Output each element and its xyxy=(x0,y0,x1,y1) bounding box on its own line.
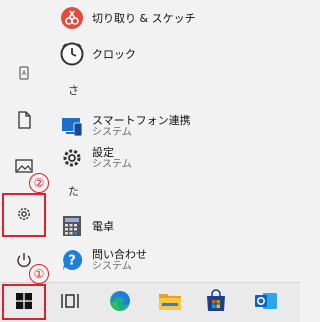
user-icon: A xyxy=(16,65,32,81)
callout-step-1: ① xyxy=(29,264,49,284)
app-item-get-help[interactable]: ? 問い合わせ システム xyxy=(60,242,147,278)
task-view-icon xyxy=(60,292,80,314)
app-name: 設定 xyxy=(92,145,114,159)
app-item-phone-link[interactable]: スマートフォン連携 システム xyxy=(60,108,191,144)
snip-sketch-icon xyxy=(60,6,84,30)
start-app-list: 切り取り & スケッチ クロック さ スマートフォン連携 システム 設定 システ… xyxy=(48,0,300,282)
edge-button[interactable] xyxy=(100,283,140,322)
app-item-clock[interactable]: クロック xyxy=(60,36,136,72)
phone-link-icon xyxy=(60,114,84,138)
power-icon xyxy=(15,251,33,269)
start-button[interactable] xyxy=(4,283,44,322)
pictures-icon xyxy=(15,158,33,174)
app-name: 電卓 xyxy=(92,219,114,233)
windows-start-icon xyxy=(16,293,32,313)
app-name: 切り取り & スケッチ xyxy=(92,11,196,25)
app-subtitle: システム xyxy=(92,126,132,138)
microsoft-store-button[interactable] xyxy=(196,283,236,322)
app-item-settings[interactable]: 設定 システム xyxy=(60,140,132,176)
microsoft-store-icon xyxy=(204,289,228,317)
documents-button[interactable] xyxy=(0,100,48,140)
app-item-snip-sketch[interactable]: 切り取り & スケッチ xyxy=(60,0,196,36)
app-name: スマートフォン連携 xyxy=(92,113,191,127)
app-subtitle: システム xyxy=(92,260,132,272)
outlook-button[interactable] xyxy=(246,283,286,322)
settings-gear-icon xyxy=(60,146,84,170)
start-menu-screen: A 切り取り & スケッチ クロック さ スマートフォン連携 システム 設定 シ… xyxy=(0,0,300,322)
document-icon xyxy=(16,111,32,129)
app-subtitle: システム xyxy=(92,158,132,170)
edge-icon xyxy=(108,289,132,317)
clock-icon xyxy=(60,42,84,66)
callout-step-2: ② xyxy=(29,173,49,193)
svg-text:A: A xyxy=(22,70,27,77)
svg-text:?: ? xyxy=(68,254,76,269)
settings-button[interactable] xyxy=(0,194,48,234)
task-view-button[interactable] xyxy=(50,283,90,322)
calculator-icon xyxy=(60,214,84,238)
app-name: 問い合わせ xyxy=(92,247,147,261)
outlook-icon xyxy=(254,289,278,317)
user-account-button[interactable]: A xyxy=(0,53,48,93)
get-help-icon: ? xyxy=(60,248,84,272)
app-name: クロック xyxy=(92,47,136,61)
section-letter-ta[interactable]: た xyxy=(68,183,79,199)
file-explorer-icon xyxy=(158,290,182,316)
taskbar xyxy=(0,282,300,322)
file-explorer-button[interactable] xyxy=(150,283,190,322)
settings-gear-icon xyxy=(15,205,33,223)
app-item-calculator[interactable]: 電卓 xyxy=(60,208,114,244)
section-letter-sa[interactable]: さ xyxy=(68,82,79,98)
start-left-rail: A xyxy=(0,0,48,282)
